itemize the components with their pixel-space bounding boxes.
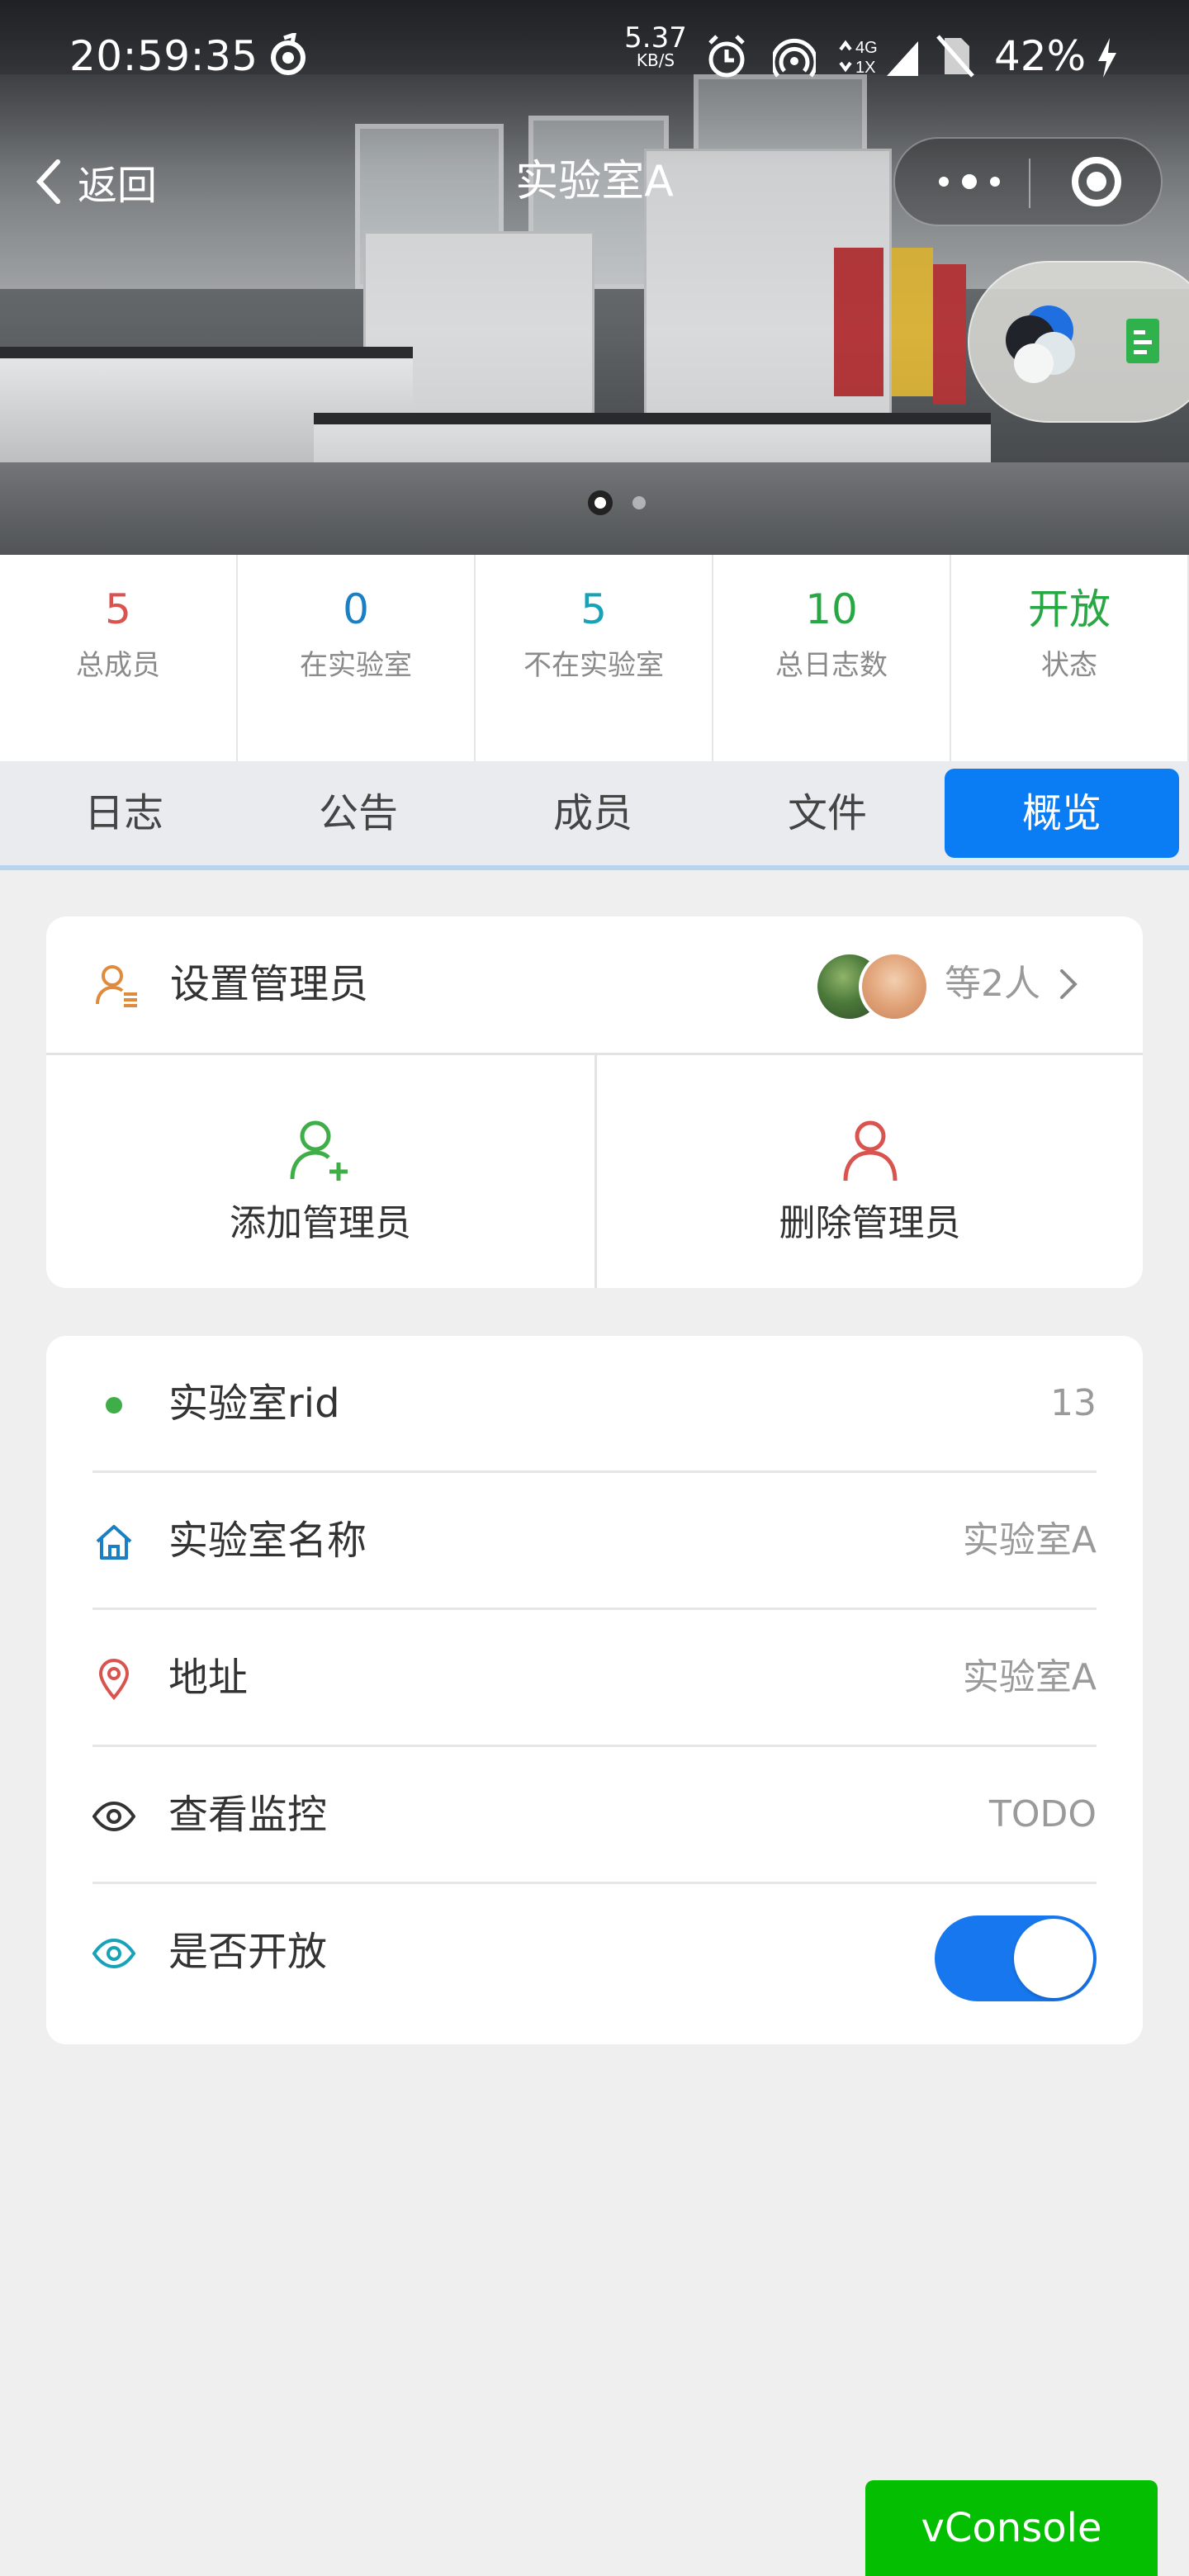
- stat-value: 5: [105, 585, 131, 633]
- info-label: 地址: [168, 1655, 249, 1701]
- stat-total-logs[interactable]: 10 总日志数: [713, 555, 951, 761]
- admin-count: 等2人: [945, 963, 1040, 1005]
- floating-window[interactable]: [968, 261, 1189, 423]
- stat-label: 不在实验室: [523, 649, 664, 682]
- stat-label: 在实验室: [300, 649, 412, 682]
- net-speed: 5.37 KB/S: [624, 21, 687, 70]
- stat-status[interactable]: 开放 状态: [951, 555, 1189, 761]
- eye-icon: [92, 1795, 135, 1838]
- remove-user-icon: [843, 1120, 897, 1181]
- tab-log[interactable]: 日志: [7, 769, 241, 858]
- stat-value: 0: [343, 585, 369, 633]
- battery-percent: 42%: [994, 32, 1087, 80]
- info-label: 是否开放: [168, 1929, 328, 1975]
- add-user-icon: [290, 1120, 348, 1181]
- info-label: 查看监控: [168, 1792, 328, 1838]
- stat-value: 开放: [1028, 585, 1111, 633]
- no-sim-icon: [936, 35, 974, 78]
- info-value: 13: [1050, 1382, 1097, 1424]
- vconsole-button[interactable]: vConsole: [865, 2480, 1158, 2576]
- more-dot-icon: [962, 174, 977, 189]
- dot-icon: [92, 1384, 135, 1427]
- info-label: 实验室名称: [168, 1518, 367, 1564]
- back-button[interactable]: 返回: [33, 149, 157, 215]
- info-row-open: 是否开放: [92, 1884, 1097, 2021]
- admin-avatars: [814, 951, 930, 1022]
- tab-overview[interactable]: 概览: [945, 769, 1179, 858]
- add-admin-label: 添加管理员: [230, 1202, 411, 1244]
- toggle-knob: [1014, 1919, 1093, 1998]
- info-row-monitor[interactable]: 查看监控 TODO: [92, 1747, 1097, 1884]
- avatar: [859, 951, 930, 1022]
- more-dot-icon: [990, 177, 1000, 187]
- info-value: 实验室A: [962, 1656, 1097, 1698]
- miniprogram-capsule: [893, 137, 1163, 226]
- capsule-divider: [1029, 159, 1030, 208]
- stat-value: 5: [580, 585, 607, 633]
- alarm-icon: [708, 35, 745, 78]
- carousel-dots[interactable]: [578, 490, 656, 515]
- carousel-dot-active[interactable]: [588, 490, 613, 515]
- location-pin-icon: [92, 1658, 135, 1701]
- more-button[interactable]: [928, 139, 1011, 225]
- info-row-address[interactable]: 地址 实验室A: [92, 1610, 1097, 1747]
- app-notification-icon: [271, 33, 306, 75]
- add-admin-button[interactable]: 添加管理员: [46, 1055, 594, 1288]
- svg-text:1X: 1X: [855, 59, 875, 77]
- stat-in-lab[interactable]: 0 在实验室: [238, 555, 476, 761]
- stat-label: 状态: [1041, 649, 1097, 682]
- info-row-name[interactable]: 实验室名称 实验室A: [92, 1473, 1097, 1610]
- stat-total-members[interactable]: 5 总成员: [0, 555, 238, 761]
- eye-teal-icon: [92, 1932, 135, 1975]
- close-miniprogram-icon[interactable]: [1072, 157, 1121, 206]
- app-logo-icon: [1006, 305, 1075, 383]
- remove-admin-button[interactable]: 删除管理员: [594, 1055, 1143, 1288]
- info-value: TODO: [988, 1793, 1097, 1835]
- tab-bar: 日志 公告 成员 文件 概览: [0, 761, 1189, 870]
- admin-actions: 添加管理员 删除管理员: [46, 1055, 1143, 1288]
- page-title: 实验室A: [515, 157, 674, 206]
- tab-announcements[interactable]: 公告: [241, 769, 476, 858]
- stat-value: 10: [805, 585, 858, 633]
- status-time: 20:59:35: [69, 32, 258, 80]
- info-row-rid: 实验室rid 13: [92, 1336, 1097, 1473]
- home-icon: [92, 1521, 135, 1564]
- stat-label: 总成员: [76, 649, 160, 682]
- chevron-right-icon: [1060, 969, 1078, 999]
- tab-files[interactable]: 文件: [710, 769, 945, 858]
- lab-info-card: 实验室rid 13 实验室名称 实验室A 地址 实验室A 查看监控 TODO 是…: [46, 1336, 1143, 2044]
- tab-members[interactable]: 成员: [476, 769, 710, 858]
- chevron-left-icon: [36, 159, 60, 204]
- hotspot-icon: [773, 38, 816, 78]
- signal-icon: 4G 1X: [839, 39, 918, 77]
- note-icon: [1126, 319, 1159, 363]
- back-label: 返回: [78, 163, 158, 209]
- info-label: 实验室rid: [168, 1380, 340, 1427]
- stat-label: 总日志数: [775, 649, 888, 682]
- info-value: 实验室A: [962, 1519, 1097, 1561]
- remove-admin-label: 删除管理员: [779, 1202, 961, 1244]
- status-bar: 20:59:35 5.37 KB/S 4G 1X 42%: [0, 0, 1189, 116]
- open-toggle[interactable]: [935, 1915, 1097, 2001]
- stat-not-in-lab[interactable]: 5 不在实验室: [476, 555, 713, 761]
- admin-card: 设置管理员 等2人 添加管理员 删除管理员: [46, 916, 1143, 1288]
- set-admin-title: 设置管理员: [170, 961, 369, 1007]
- stats-row: 5 总成员 0 在实验室 5 不在实验室 10 总日志数 开放 状态: [0, 555, 1189, 761]
- more-dot-icon: [939, 177, 949, 187]
- set-admin-row[interactable]: 设置管理员 等2人: [46, 916, 1143, 1055]
- admin-user-icon: [96, 965, 137, 1007]
- svg-text:4G: 4G: [855, 39, 878, 57]
- charging-icon: [1098, 38, 1116, 78]
- carousel-dot[interactable]: [632, 496, 646, 509]
